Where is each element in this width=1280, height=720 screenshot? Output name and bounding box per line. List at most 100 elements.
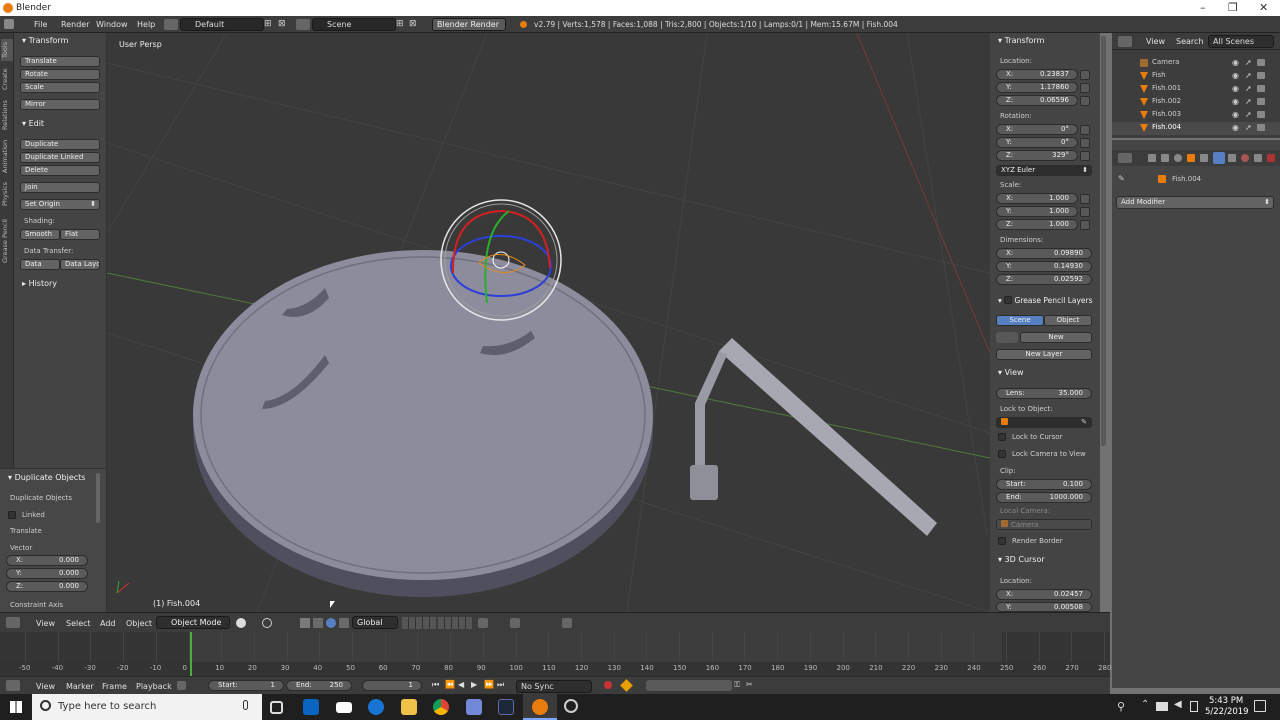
scale-manipulator-icon[interactable] — [339, 618, 349, 628]
interaction-mode-select[interactable]: Object Mode — [156, 616, 230, 629]
viewport-add-menu[interactable]: Add — [100, 619, 116, 628]
insert-keyframe-icon[interactable]: ⚿ — [734, 680, 740, 690]
render-camera-icon[interactable] — [1257, 124, 1265, 131]
add-layout-icon[interactable]: ⊞ — [264, 19, 272, 29]
manipulator-toggle-icon[interactable] — [300, 618, 310, 628]
play-reverse-icon[interactable]: ◀ — [458, 680, 464, 689]
data-transfer-button[interactable]: Data — [20, 259, 60, 270]
viewport-select-menu[interactable]: Select — [66, 619, 91, 628]
eyedropper-icon[interactable]: ✎ — [1081, 418, 1087, 427]
render-camera-icon[interactable] — [1257, 72, 1265, 79]
outliner-row[interactable]: Fish.002 ◉ ➚ — [1112, 96, 1280, 109]
notifications-icon[interactable] — [1254, 700, 1266, 712]
translate-manipulator-icon[interactable] — [313, 618, 323, 628]
menu-file[interactable]: File — [34, 20, 47, 29]
people-icon[interactable]: ⚲ — [1117, 700, 1125, 713]
outliner-row[interactable]: Fish.003 ◉ ➚ — [1112, 109, 1280, 122]
n-panel-scrollbar[interactable] — [1101, 36, 1106, 446]
viewport-shading-icon[interactable] — [236, 618, 246, 628]
view-panel-header[interactable]: ▾ View — [998, 368, 1024, 377]
preview-range-icon[interactable] — [177, 681, 186, 690]
obs-icon[interactable] — [564, 699, 578, 713]
timeline-frame-menu[interactable]: Frame — [102, 682, 127, 691]
add-scene-icon[interactable]: ⊞ — [396, 19, 404, 29]
operator-panel-scrollbar[interactable] — [96, 473, 100, 523]
visibility-eye-icon[interactable]: ◉ — [1232, 71, 1239, 80]
jump-start-icon[interactable]: ⏮ — [432, 680, 439, 690]
gp-pencil-icon[interactable] — [996, 332, 1018, 343]
local-camera-field[interactable]: Camera — [996, 519, 1092, 530]
editor-type-icon[interactable] — [6, 617, 20, 628]
current-frame-field[interactable]: 1 — [362, 680, 422, 691]
set-origin-dropdown[interactable]: Set Origin ⬍ — [20, 199, 100, 210]
operator-panel-header[interactable]: ▾ Duplicate Objects — [8, 473, 85, 482]
rotation-y-field[interactable]: Y: 0° — [996, 137, 1078, 148]
edge-browser-icon[interactable] — [368, 699, 384, 715]
language-icon[interactable] — [1190, 701, 1198, 712]
render-border-checkbox[interactable] — [998, 537, 1006, 545]
cursor-x-field[interactable]: X: 0.02457 — [996, 589, 1092, 600]
transform-panel-header[interactable]: ▾ Transform — [22, 36, 68, 45]
dimension-z-field[interactable]: Z: 0.02592 — [996, 274, 1092, 285]
location-y-field[interactable]: Y: 1.17860 — [996, 82, 1078, 93]
scene-icon[interactable] — [296, 19, 310, 30]
mirror-button[interactable]: Mirror — [20, 99, 100, 110]
scale-button[interactable]: Scale — [20, 82, 100, 93]
info-editor-icon[interactable] — [4, 19, 14, 29]
menu-help[interactable]: Help — [137, 20, 155, 29]
taskbar-search-box[interactable]: Type here to search — [32, 694, 262, 720]
render-preview-icon[interactable] — [562, 618, 572, 628]
render-engine-select[interactable]: Blender Render — [432, 18, 506, 31]
visibility-eye-icon[interactable]: ◉ — [1232, 123, 1239, 132]
timeline-marker-menu[interactable]: Marker — [66, 682, 94, 691]
next-keyframe-icon[interactable]: ⏩ — [484, 680, 494, 689]
remove-scene-icon[interactable]: ⊠ — [409, 19, 417, 29]
dimension-x-field[interactable]: X: 0.09890 — [996, 248, 1092, 259]
lock-loc-z-icon[interactable] — [1080, 96, 1090, 106]
physics-context-icon[interactable] — [1267, 154, 1275, 162]
delete-keyframe-icon[interactable]: ✂ — [746, 680, 753, 689]
tab-grease-pencil[interactable]: Grease Pencil — [1, 213, 13, 269]
3d-viewport[interactable]: User Persp (1) Fish.004 — [107, 33, 990, 612]
tab-physics[interactable]: Physics — [1, 179, 13, 209]
volume-icon[interactable]: ◀ — [1174, 699, 1182, 710]
menu-window[interactable]: Window — [96, 20, 128, 29]
vector-z-field[interactable]: Z: 0.000 — [6, 581, 88, 592]
screen-layout-field[interactable]: Default — [180, 18, 264, 31]
current-frame-indicator[interactable] — [190, 632, 192, 676]
selectable-cursor-icon[interactable]: ➚ — [1245, 110, 1252, 119]
lock-object-field[interactable]: ✎ — [996, 417, 1092, 428]
lock-rot-y-icon[interactable] — [1080, 138, 1090, 148]
remove-layout-icon[interactable]: ⊠ — [278, 19, 286, 29]
visibility-eye-icon[interactable]: ◉ — [1232, 84, 1239, 93]
proportional-edit-icon[interactable] — [478, 618, 488, 628]
keying-set-field[interactable] — [646, 680, 732, 691]
scale-x-field[interactable]: X: 1.000 — [996, 193, 1078, 204]
rotation-z-field[interactable]: Z: 329° — [996, 150, 1078, 161]
render-camera-icon[interactable] — [1257, 111, 1265, 118]
timeline[interactable]: -50 -40 -30 -20 -10 0 10 20 30 40 50 60 70 80 90 100 110… — [0, 632, 1111, 676]
file-explorer-icon[interactable] — [401, 699, 417, 715]
rotation-mode-select[interactable]: XYZ Euler ⬍ — [996, 165, 1092, 176]
delete-button[interactable]: Delete — [20, 165, 100, 176]
outliner-view-menu[interactable]: View — [1146, 37, 1165, 46]
constraints-context-icon[interactable] — [1200, 154, 1208, 162]
lock-scale-x-icon[interactable] — [1080, 194, 1090, 204]
translate-button[interactable]: Translate — [20, 56, 100, 67]
transform-orientation-select[interactable]: Global — [352, 616, 398, 629]
duplicate-linked-button[interactable]: Duplicate Linked — [20, 152, 100, 163]
gp-new-button[interactable]: New — [1020, 332, 1092, 343]
chrome-icon[interactable] — [433, 699, 449, 715]
shade-smooth-button[interactable]: Smooth — [20, 229, 60, 240]
rotate-manipulator-icon[interactable] — [326, 618, 336, 628]
modifiers-context-icon[interactable] — [1213, 152, 1225, 164]
outliner-row[interactable]: Fish ◉ ➚ — [1112, 70, 1280, 83]
pivot-point-icon[interactable] — [262, 618, 272, 628]
lock-scale-z-icon[interactable] — [1080, 220, 1090, 230]
visibility-eye-icon[interactable]: ◉ — [1232, 97, 1239, 106]
clock-date[interactable]: 5/22/2019 — [1205, 707, 1249, 717]
gp-object-tab[interactable]: Object — [1044, 315, 1092, 326]
microphone-icon[interactable] — [243, 700, 248, 710]
gp-scene-tab[interactable]: Scene — [996, 315, 1044, 326]
object-context-icon[interactable] — [1187, 154, 1195, 162]
